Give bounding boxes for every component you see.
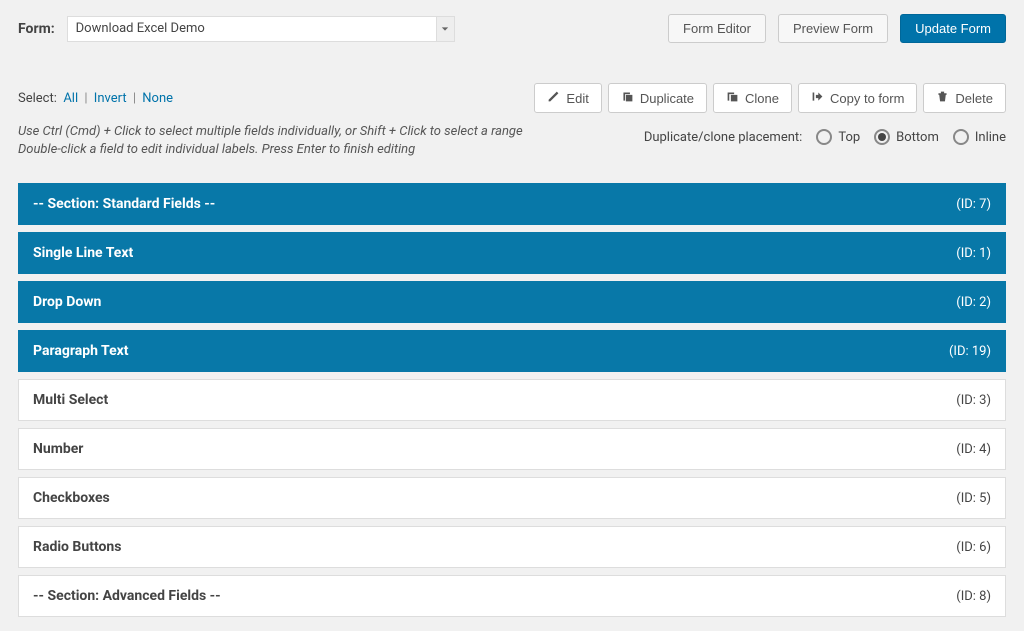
arrow-icon (811, 90, 824, 106)
field-row[interactable]: Drop Down (ID: 2) (18, 281, 1006, 323)
select-invert-link[interactable]: Invert (94, 91, 127, 106)
delete-button[interactable]: Delete (923, 83, 1006, 113)
field-row[interactable]: Paragraph Text (ID: 19) (18, 330, 1006, 372)
field-id: (ID: 19) (949, 344, 991, 359)
field-label: Drop Down (33, 294, 101, 310)
field-row[interactable]: Number (ID: 4) (18, 428, 1006, 470)
field-row[interactable]: Single Line Text (ID: 1) (18, 232, 1006, 274)
field-row[interactable]: Radio Buttons (ID: 6) (18, 526, 1006, 568)
placement-label: Duplicate/clone placement: (644, 130, 803, 145)
trash-icon (936, 90, 949, 106)
field-id: (ID: 3) (956, 393, 991, 408)
field-label: Checkboxes (33, 490, 110, 506)
field-label: Radio Buttons (33, 539, 121, 555)
field-id: (ID: 1) (956, 246, 991, 261)
field-label: Paragraph Text (33, 343, 129, 359)
select-none-link[interactable]: None (142, 91, 173, 106)
field-id: (ID: 8) (956, 589, 991, 604)
field-id: (ID: 6) (956, 540, 991, 555)
field-label: Single Line Text (33, 245, 133, 261)
placement-inline-radio[interactable]: Inline (953, 129, 1006, 145)
chevron-down-icon (436, 17, 454, 41)
duplicate-button[interactable]: Duplicate (608, 83, 707, 113)
form-label: Form: (18, 21, 55, 37)
field-id: (ID: 7) (956, 197, 991, 212)
form-editor-button[interactable]: Form Editor (668, 14, 766, 43)
field-row[interactable]: -- Section: Standard Fields -- (ID: 7) (18, 183, 1006, 225)
pencil-icon (547, 90, 560, 106)
preview-form-button[interactable]: Preview Form (778, 14, 888, 43)
field-id: (ID: 4) (956, 442, 991, 457)
field-row[interactable]: Multi Select (ID: 3) (18, 379, 1006, 421)
field-label: -- Section: Advanced Fields -- (33, 588, 221, 604)
clone-button[interactable]: Clone (713, 83, 792, 113)
duplicate-icon (621, 90, 634, 106)
copy-to-form-button[interactable]: Copy to form (798, 83, 917, 113)
placement-bottom-radio[interactable]: Bottom (874, 129, 939, 145)
form-select[interactable]: Download Excel Demo (67, 16, 455, 42)
field-list: -- Section: Standard Fields -- (ID: 7) Sin… (18, 183, 1006, 617)
field-id: (ID: 5) (956, 491, 991, 506)
update-form-button[interactable]: Update Form (900, 14, 1006, 43)
field-label: Number (33, 441, 83, 457)
select-all-link[interactable]: All (63, 91, 78, 106)
field-row[interactable]: -- Section: Advanced Fields -- (ID: 8) (18, 575, 1006, 617)
field-row[interactable]: Checkboxes (ID: 5) (18, 477, 1006, 519)
field-id: (ID: 2) (956, 295, 991, 310)
placement-top-radio[interactable]: Top (816, 129, 860, 145)
form-selected-value: Download Excel Demo (76, 21, 205, 36)
field-label: Multi Select (33, 392, 108, 408)
field-label: -- Section: Standard Fields -- (33, 196, 215, 212)
edit-button[interactable]: Edit (534, 83, 601, 113)
select-label: Select: (18, 91, 57, 106)
clone-icon (726, 90, 739, 106)
